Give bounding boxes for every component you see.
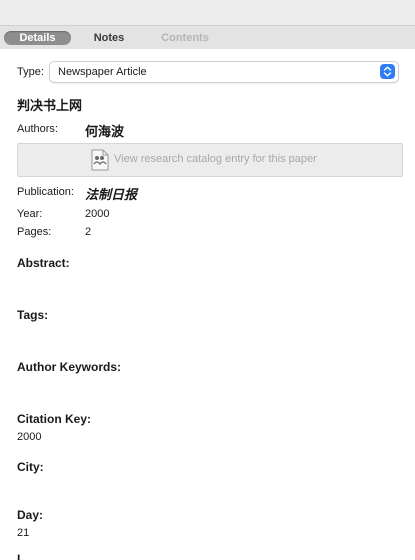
day-value[interactable]: 21: [17, 527, 29, 539]
authors-value[interactable]: 何海波: [85, 121, 124, 140]
city-heading: City:: [17, 460, 44, 474]
year-value[interactable]: 2000: [85, 208, 109, 220]
pages-label: Pages:: [17, 226, 52, 238]
type-label: Type:: [17, 66, 44, 78]
citation-key-value[interactable]: 2000: [17, 431, 41, 443]
publication-value[interactable]: 法制日报: [85, 184, 137, 203]
item-title[interactable]: 判决书上网: [17, 95, 82, 114]
author-keywords-heading: Author Keywords:: [17, 360, 122, 374]
tab-bar: Details Notes Contents: [0, 25, 415, 50]
tab-details[interactable]: Details: [4, 31, 71, 45]
publication-label: Publication:: [17, 186, 74, 198]
tags-heading: Tags:: [17, 308, 49, 322]
catalog-button-label: View research catalog entry for this pap…: [114, 153, 317, 165]
day-heading: Day:: [17, 508, 44, 522]
abstract-heading: Abstract:: [17, 256, 70, 270]
details-pane: Type: Newspaper Article 判决书上网 Authors: 何…: [0, 49, 415, 560]
tab-contents[interactable]: Contents: [150, 31, 220, 45]
type-select-value: Newspaper Article: [58, 66, 147, 78]
authors-label: Authors:: [17, 123, 58, 135]
year-label: Year:: [17, 208, 43, 220]
pages-value[interactable]: 2: [85, 226, 91, 238]
view-catalog-button[interactable]: View research catalog entry for this pap…: [17, 143, 403, 177]
type-select[interactable]: Newspaper Article: [49, 61, 399, 83]
window-top-bar: [0, 0, 415, 25]
citation-key-heading: Citation Key:: [17, 412, 92, 426]
next-section-heading: L: [17, 552, 25, 560]
catalog-document-icon: [91, 149, 109, 171]
select-stepper-icon: [380, 64, 395, 79]
tab-notes[interactable]: Notes: [84, 31, 134, 45]
